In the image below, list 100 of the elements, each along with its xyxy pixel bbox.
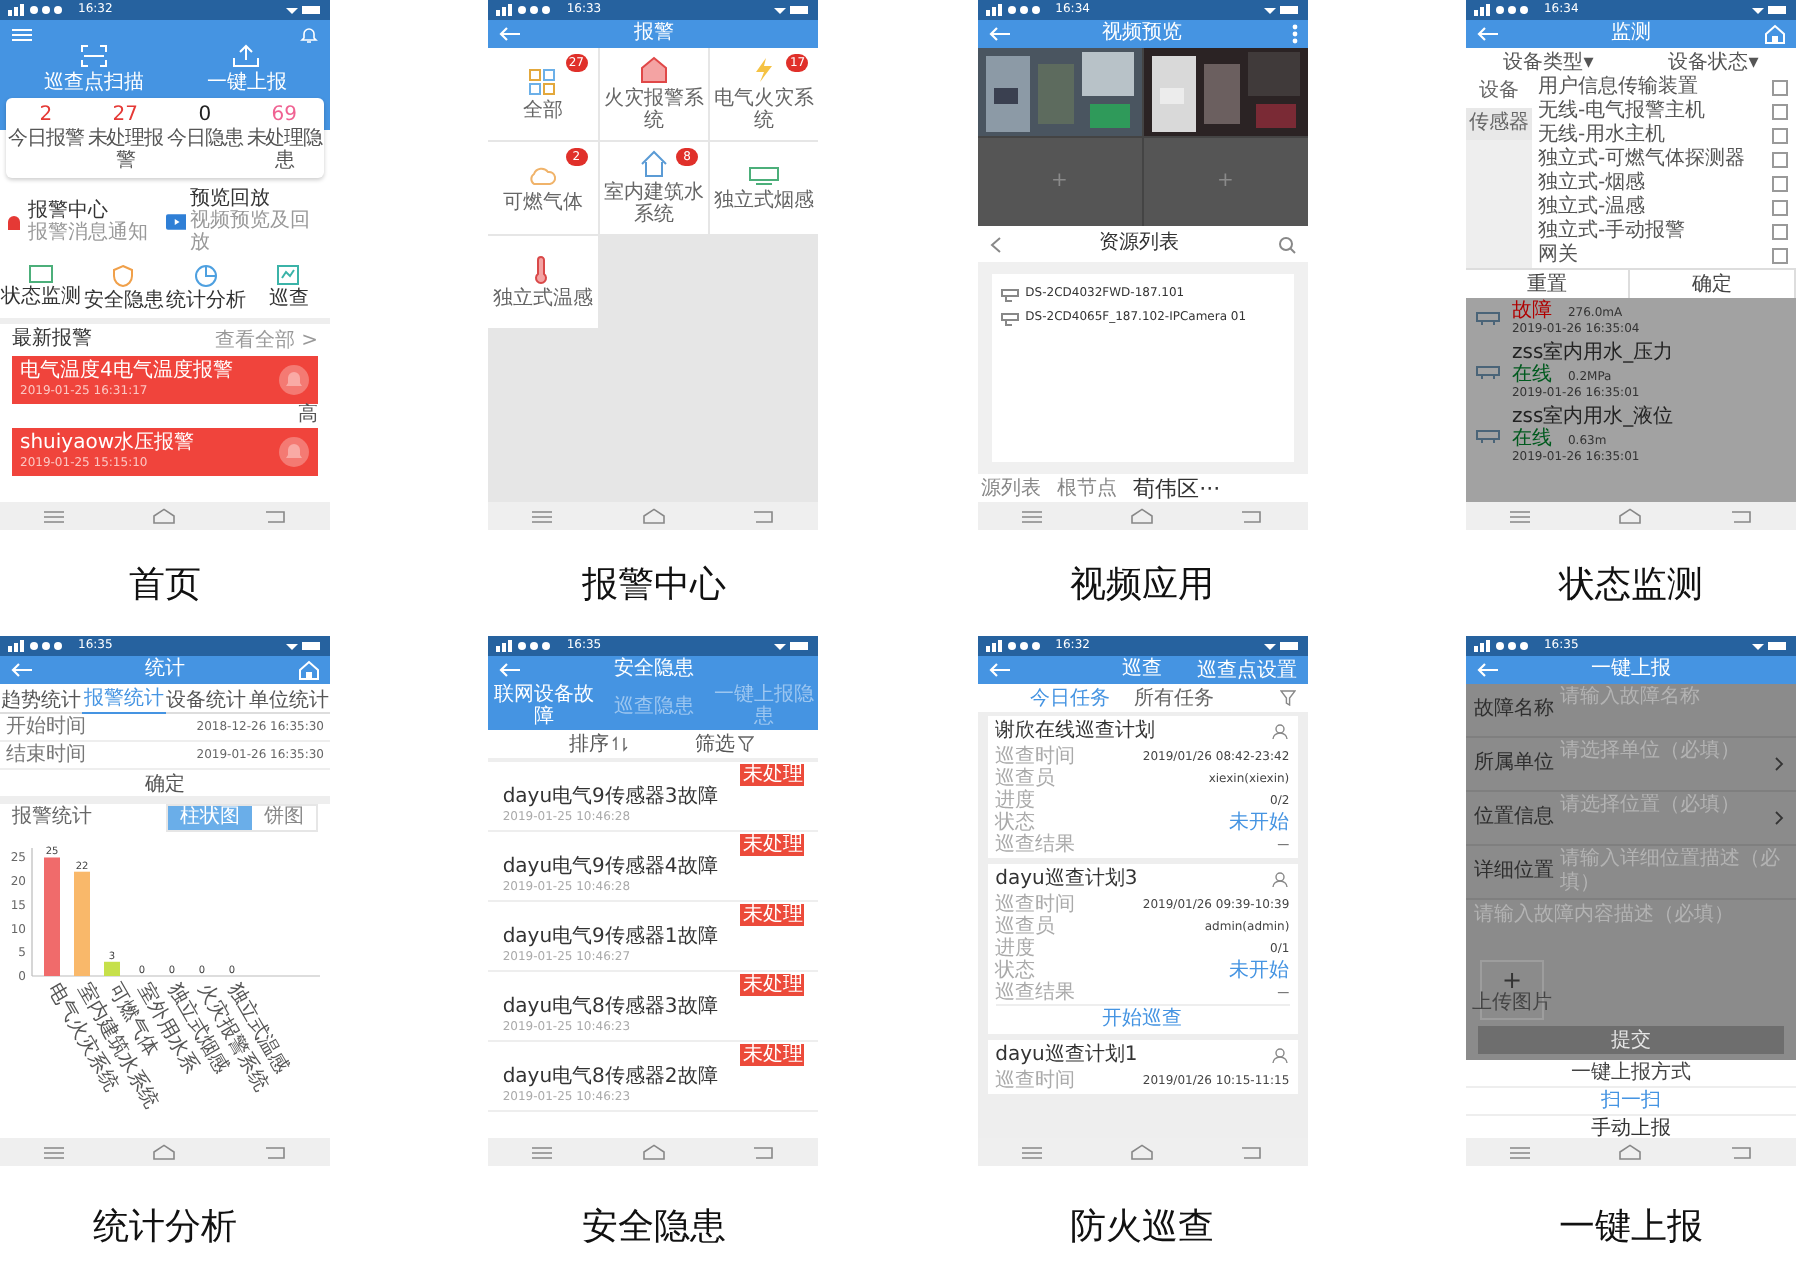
home-icon[interactable] xyxy=(1618,508,1643,524)
back-icon[interactable] xyxy=(1242,1145,1263,1159)
back-arrow-icon[interactable] xyxy=(498,662,523,678)
home-icon[interactable] xyxy=(1130,1144,1155,1160)
field-label: 开始时间 xyxy=(6,715,86,739)
field-label: 巡查时间 xyxy=(995,746,1076,768)
module-button[interactable]: 巡查 xyxy=(247,264,330,312)
tab[interactable]: 报警统计 xyxy=(82,684,165,714)
checkbox[interactable] xyxy=(1771,248,1788,264)
system-tile[interactable]: 独立式烟感 xyxy=(709,142,819,234)
breadcrumb-item[interactable]: 根节点 xyxy=(1057,474,1118,502)
field-label: 巡查结果 xyxy=(995,982,1076,1004)
back-icon[interactable] xyxy=(265,1145,286,1159)
back-arrow-icon[interactable] xyxy=(987,26,1012,42)
checkbox[interactable] xyxy=(1771,104,1788,120)
system-tile[interactable]: 火灾报警系统 xyxy=(599,48,708,140)
confirm-button[interactable]: 确定 xyxy=(0,770,330,796)
task-title: dayu巡查计划3 xyxy=(995,868,1138,892)
tab[interactable]: 趋势统计 xyxy=(0,684,83,714)
chevron-right-icon[interactable] xyxy=(1773,810,1784,826)
back-icon[interactable] xyxy=(754,509,775,523)
home-icon[interactable] xyxy=(152,508,177,524)
status-badge: 未处理 xyxy=(740,764,805,786)
submit-button[interactable]: 提交 xyxy=(1477,1026,1784,1054)
tab[interactable]: 联网设备故障 xyxy=(488,684,599,728)
back-arrow-icon[interactable] xyxy=(498,26,523,42)
breadcrumb-item[interactable]: 荀伟区··· xyxy=(1133,473,1221,502)
back-arrow-icon[interactable] xyxy=(1475,662,1500,678)
screen-title: 监测 xyxy=(1610,22,1651,46)
filter-dropdown[interactable]: 设备类型▾ xyxy=(1503,48,1594,76)
module-button[interactable]: 统计分析 xyxy=(165,264,248,312)
back-icon[interactable] xyxy=(754,1145,775,1159)
back-icon[interactable] xyxy=(265,509,286,523)
home-icon[interactable] xyxy=(152,1144,177,1160)
filter-icon[interactable] xyxy=(738,736,755,752)
action-button[interactable]: 一键上报 xyxy=(206,44,287,94)
menu-icon[interactable] xyxy=(1021,509,1042,523)
field-label: 进度 xyxy=(995,938,1036,960)
tab[interactable]: 设备统计 xyxy=(165,684,248,714)
chart-title: 报警统计 xyxy=(12,806,92,830)
back-icon[interactable] xyxy=(1242,509,1263,523)
device-icon xyxy=(1475,312,1500,326)
chart-bar xyxy=(104,961,120,976)
bell-icon[interactable] xyxy=(300,25,318,43)
menu-icon[interactable] xyxy=(1510,509,1531,523)
home-icon[interactable] xyxy=(1130,508,1155,524)
tab[interactable]: 所有任务 xyxy=(1134,684,1215,712)
back-icon[interactable] xyxy=(1731,509,1752,523)
back-arrow-icon[interactable] xyxy=(10,662,34,678)
breadcrumb-item[interactable]: 源列表 xyxy=(981,474,1042,502)
shortcut-item[interactable]: 报警中心 报警消息通知 xyxy=(4,188,165,254)
action-button[interactable]: 巡查点扫描 xyxy=(43,44,144,94)
field-label: 状态 xyxy=(995,812,1036,834)
filter-dropdown[interactable]: 设备状态▾ xyxy=(1668,48,1759,76)
menu-icon[interactable] xyxy=(532,509,553,523)
menu-icon[interactable] xyxy=(1510,1145,1531,1159)
back-icon[interactable] xyxy=(1731,1145,1752,1159)
stat-value: 0 xyxy=(198,104,212,128)
module-button[interactable]: 状态监测 xyxy=(0,264,83,312)
menu-icon[interactable] xyxy=(44,1145,65,1159)
filter-button[interactable]: 筛选 xyxy=(694,730,735,758)
checkbox[interactable] xyxy=(1771,200,1788,216)
search-icon[interactable] xyxy=(1277,235,1296,253)
sheet-option[interactable]: 扫一扫 xyxy=(1465,1086,1796,1114)
screen-caption: 一键上报 xyxy=(1558,1204,1703,1250)
person-icon[interactable] xyxy=(1271,1048,1290,1064)
field-label: 巡查员 xyxy=(995,916,1056,938)
back-arrow-icon[interactable] xyxy=(1475,26,1500,42)
sort-icon[interactable] xyxy=(612,736,629,752)
menu-icon[interactable] xyxy=(532,1145,553,1159)
option-label: 无线-用水主机 xyxy=(1537,124,1666,147)
more-icon[interactable] xyxy=(1291,24,1298,44)
checkbox[interactable] xyxy=(1771,128,1788,144)
shortcut-item[interactable]: 预览回放 视频预览及回放 xyxy=(165,188,326,254)
chevron-left-icon[interactable] xyxy=(989,235,1002,253)
person-icon[interactable] xyxy=(1271,872,1290,888)
header-link[interactable]: 巡查点设置 xyxy=(1197,656,1298,684)
checkbox[interactable] xyxy=(1771,224,1788,240)
tab[interactable]: 单位统计 xyxy=(247,684,330,714)
battery-icon xyxy=(1263,4,1300,16)
menu-icon[interactable] xyxy=(1021,1145,1042,1159)
module-button[interactable]: 安全隐患 xyxy=(82,264,165,312)
field-label: 巡查员 xyxy=(995,768,1056,790)
checkbox[interactable] xyxy=(1771,80,1788,96)
home-icon[interactable] xyxy=(641,1144,666,1160)
system-tile[interactable]: 独立式温感 xyxy=(488,236,598,328)
chevron-right-icon[interactable] xyxy=(1773,756,1784,772)
filter-icon[interactable] xyxy=(1279,690,1296,706)
category-item[interactable]: 设备 xyxy=(1465,76,1532,108)
person-icon[interactable] xyxy=(1271,724,1290,740)
back-arrow-icon[interactable] xyxy=(987,662,1012,678)
sort-button[interactable]: 排序 xyxy=(568,730,609,758)
home-icon[interactable] xyxy=(1618,1144,1643,1160)
checkbox[interactable] xyxy=(1771,176,1788,192)
start-patrol-button[interactable]: 开始巡查 xyxy=(995,1004,1290,1032)
device-icon xyxy=(1475,365,1500,379)
menu-icon[interactable] xyxy=(44,509,65,523)
home-icon[interactable] xyxy=(641,508,666,524)
category-item[interactable]: 传感器 xyxy=(1465,108,1532,140)
checkbox[interactable] xyxy=(1771,152,1788,168)
